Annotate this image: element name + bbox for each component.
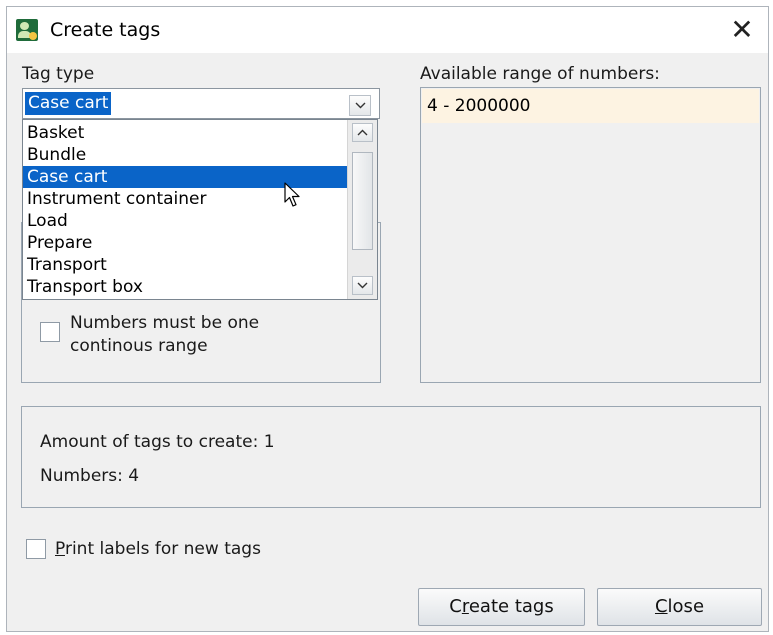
dropdown-option[interactable]: Transport box: [23, 276, 348, 298]
numbers-text: Numbers: 4: [40, 466, 140, 486]
print-labels-label: Print labels for new tags: [55, 539, 261, 559]
summary-groupbox: [21, 406, 761, 508]
print-labels-checkbox[interactable]: [26, 539, 46, 559]
close-button[interactable]: Close: [597, 588, 762, 626]
available-range-list[interactable]: 4 - 2000000: [420, 87, 761, 383]
chevron-down-icon[interactable]: [349, 95, 371, 116]
continuous-range-label-line1: Numbers must be one: [70, 313, 260, 333]
amount-of-tags-text: Amount of tags to create: 1: [40, 432, 275, 452]
dropdown-option[interactable]: Prepare: [23, 232, 348, 254]
tag-type-dropdown-list[interactable]: Basket Bundle Case cart Instrument conta…: [22, 119, 378, 300]
close-icon[interactable]: ✕: [726, 15, 758, 47]
scrollbar-thumb[interactable]: [352, 152, 373, 250]
chevron-down-icon[interactable]: [352, 276, 373, 295]
chevron-up-icon[interactable]: [352, 123, 373, 142]
available-range-label: Available range of numbers:: [420, 64, 660, 84]
continuous-range-checkbox[interactable]: [40, 322, 60, 342]
dropdown-option[interactable]: Transport: [23, 254, 348, 276]
dropdown-option[interactable]: Bundle: [23, 144, 348, 166]
dropdown-scrollbar[interactable]: [347, 120, 377, 299]
mouse-cursor-icon: [284, 182, 300, 207]
continuous-range-label-line2: continous range: [70, 336, 208, 356]
dropdown-option[interactable]: Load: [23, 210, 348, 232]
create-tags-button[interactable]: Create tags: [418, 588, 585, 626]
dropdown-option[interactable]: Basket: [23, 122, 348, 144]
tag-type-selected: Case cart: [23, 91, 113, 116]
range-row[interactable]: 4 - 2000000: [422, 89, 759, 123]
tag-type-label: Tag type: [22, 64, 95, 84]
tag-type-combobox[interactable]: Case cart: [22, 88, 380, 119]
window-title: Create tags: [50, 19, 161, 41]
app-icon: [16, 19, 38, 41]
